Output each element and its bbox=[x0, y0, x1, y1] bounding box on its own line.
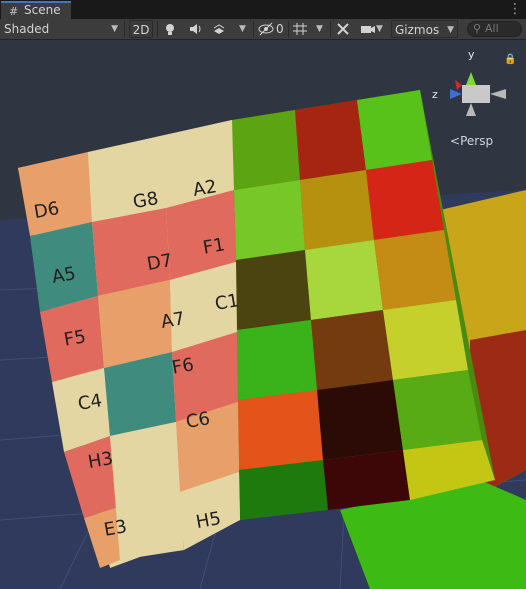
grid-dropdown-chevron[interactable]: ▼ bbox=[316, 20, 328, 38]
lighting-icon[interactable] bbox=[163, 20, 181, 38]
scene-grid-icon: # bbox=[9, 5, 19, 18]
search-placeholder: All bbox=[485, 22, 499, 35]
effects-icon[interactable] bbox=[212, 20, 230, 38]
color-grid-panel bbox=[232, 90, 495, 520]
shading-mode-label: Shaded bbox=[4, 22, 50, 36]
kebab-menu-icon[interactable]: ⋮ bbox=[508, 1, 522, 17]
scene-render bbox=[0, 72, 526, 589]
axis-label-z: z bbox=[432, 88, 438, 101]
axis-gizmo bbox=[450, 72, 506, 116]
gizmos-dropdown[interactable]: Gizmos ▼ bbox=[391, 20, 458, 38]
chevron-down-icon: ▼ bbox=[447, 25, 454, 35]
audio-icon[interactable] bbox=[188, 20, 206, 38]
tab-bar: # Scene ⋮ bbox=[0, 0, 526, 19]
scene-toolbar: Shaded ▼ 2D ▼ 0 ▼ ▼ Gizmos ▼ ⚲ All bbox=[0, 19, 526, 40]
projection-label: Persp bbox=[460, 134, 494, 148]
2d-mode-button[interactable]: 2D bbox=[129, 20, 153, 38]
camera-dropdown-chevron[interactable]: ▼ bbox=[376, 20, 388, 38]
hidden-objects-icon[interactable] bbox=[258, 20, 276, 38]
axis-label-y: y bbox=[468, 48, 475, 61]
search-input[interactable]: ⚲ All bbox=[467, 21, 522, 37]
effects-dropdown-chevron[interactable]: ▼ bbox=[239, 20, 251, 38]
shading-mode-dropdown[interactable]: Shaded ▼ bbox=[4, 20, 120, 38]
tools-icon[interactable] bbox=[336, 20, 354, 38]
scene-viewport[interactable]: D6 G8 A2 A5 D7 F1 F5 A7 C1 C4 F6 H3 C6 E… bbox=[0, 40, 526, 589]
projection-toggle[interactable]: <Persp bbox=[450, 134, 493, 148]
search-icon: ⚲ bbox=[473, 22, 482, 35]
hidden-count: 0 bbox=[276, 22, 284, 36]
chevron-down-icon: ▼ bbox=[111, 24, 118, 34]
back-arrow-icon: < bbox=[450, 134, 461, 148]
grid-icon[interactable] bbox=[292, 20, 310, 38]
tab-scene-label: Scene bbox=[24, 3, 61, 17]
lock-icon[interactable]: 🔒 bbox=[504, 54, 516, 65]
gizmos-label: Gizmos bbox=[395, 23, 440, 37]
tab-scene[interactable]: # Scene bbox=[1, 1, 71, 19]
